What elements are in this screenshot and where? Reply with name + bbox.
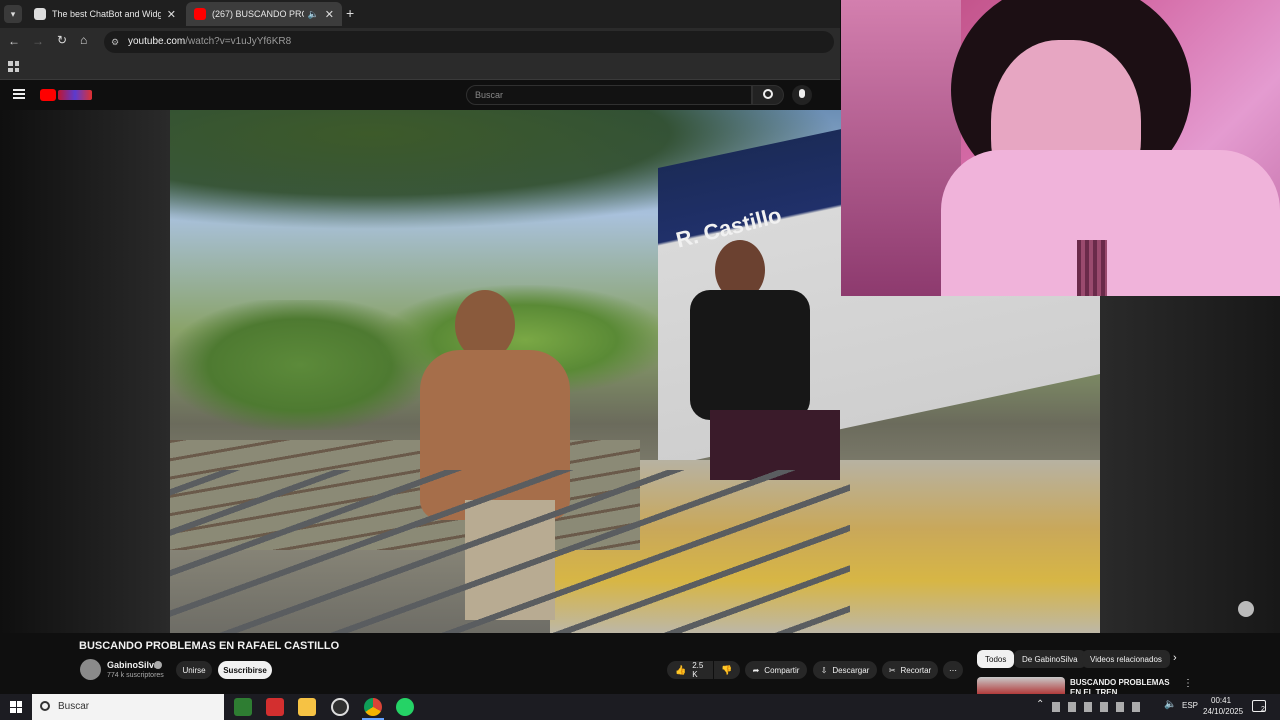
chevron-right-icon[interactable]: ›: [1173, 652, 1177, 664]
obs-icon[interactable]: [331, 698, 349, 716]
windows-start-icon[interactable]: [10, 701, 22, 713]
menu-icon[interactable]: [13, 89, 25, 99]
search-icon: [40, 701, 50, 711]
share-button[interactable]: ➦ Compartir: [745, 661, 807, 679]
like-button[interactable]: 👍 2.5 K: [667, 661, 713, 679]
language-indicator[interactable]: ESP: [1182, 701, 1198, 710]
apps-grid-icon[interactable]: [8, 61, 19, 72]
related-video-title[interactable]: BUSCANDO PROBLEMAS EN EL TREN: [1070, 678, 1178, 694]
thumbs-up-icon: 👍: [675, 664, 687, 675]
url-host: youtube.com: [128, 36, 186, 47]
more-icon: ⋯: [949, 665, 957, 675]
webcam-person-shirt: [941, 150, 1280, 296]
search-button[interactable]: [752, 85, 784, 105]
scissors-icon: ✂: [888, 665, 896, 675]
video-railing: [170, 470, 850, 633]
microphone-icon[interactable]: [792, 85, 812, 105]
clock-time[interactable]: 00:41: [1211, 696, 1231, 705]
address-bar[interactable]: ⚙ youtube.com/watch?v=v1uJyYf6KR8: [104, 31, 834, 53]
windows-taskbar: Buscar ⌃ 🔈 ESP 00:41 24/10/2025 2: [0, 694, 1280, 720]
clip-label: Recortar: [900, 665, 932, 675]
navigation-bar: ← → ↻ ⌂ ⚙ youtube.com/watch?v=v1uJyYf6KR…: [0, 28, 840, 56]
clip-button[interactable]: ✂ Recortar: [882, 661, 938, 679]
youtube-play-icon: [40, 89, 56, 101]
dislike-button[interactable]: 👎: [714, 661, 740, 679]
channel-avatar[interactable]: [80, 659, 101, 680]
tab-title: The best ChatBot and Widgets: [52, 9, 161, 19]
forward-arrow-icon[interactable]: →: [32, 34, 44, 48]
taskbar-search-input[interactable]: Buscar: [32, 694, 224, 720]
tab-chatbot[interactable]: The best ChatBot and Widgets ✕: [26, 2, 184, 26]
notification-count: 2: [1261, 706, 1265, 713]
file-explorer-icon[interactable]: [298, 698, 316, 716]
download-icon: ⇩: [820, 665, 828, 675]
share-label: Compartir: [764, 665, 800, 675]
clock-date[interactable]: 24/10/2025: [1203, 707, 1243, 716]
close-icon[interactable]: ✕: [325, 8, 334, 21]
more-actions-button[interactable]: ⋯: [943, 661, 963, 679]
youtube-header: Buscar: [0, 80, 840, 110]
search-icon: [763, 89, 773, 99]
youtube-favicon-icon: [194, 8, 206, 20]
channel-name[interactable]: GabinoSilva: [107, 660, 159, 670]
tab-strip: ▾ The best ChatBot and Widgets ✕ (267) B…: [0, 0, 840, 28]
tab-youtube[interactable]: (267) BUSCANDO PROBLEMAS EN RAFAEL CASTI…: [186, 2, 342, 26]
player-left-shadow: [0, 110, 170, 633]
webcam-tie: [1077, 240, 1107, 296]
chip-de-gabinosilva[interactable]: De GabinoSilva: [1014, 650, 1086, 668]
video-title: BUSCANDO PROBLEMAS EN RAFAEL CASTILLO: [79, 640, 340, 652]
url-path: /watch?v=v1uJyYf6KR8: [185, 36, 292, 47]
new-tab-button[interactable]: +: [346, 5, 354, 21]
bookmarks-bar: [0, 56, 840, 80]
subscriber-count: 774 k suscriptores: [107, 672, 164, 679]
streamer-avatar-icon[interactable]: [1238, 601, 1254, 617]
like-count: 2.5 K: [692, 661, 704, 679]
chip-todos[interactable]: Todos: [977, 650, 1015, 668]
volume-icon[interactable]: 🔈: [1164, 699, 1176, 710]
back-arrow-icon[interactable]: ←: [8, 34, 20, 48]
home-icon[interactable]: ⌂: [80, 33, 87, 47]
close-icon[interactable]: ✕: [167, 8, 176, 21]
related-more-icon[interactable]: ⋮: [1183, 678, 1193, 689]
speaker-icon[interactable]: 🔈: [308, 9, 319, 20]
thumbs-down-icon: 👎: [721, 664, 733, 675]
subscribe-button[interactable]: Suscribirse: [218, 661, 272, 679]
phone-app-icon[interactable]: [234, 698, 252, 716]
reload-icon[interactable]: ↻: [57, 33, 67, 47]
youtube-logo[interactable]: [40, 89, 94, 101]
whatsapp-icon[interactable]: [396, 698, 414, 716]
download-button[interactable]: ⇩ Descargar: [813, 661, 877, 679]
tab-title: (267) BUSCANDO PROBLEMAS EN RAFAEL CASTI…: [212, 9, 304, 19]
search-input[interactable]: Buscar: [466, 85, 752, 105]
chip-videos-relacionados[interactable]: Videos relacionados: [1082, 650, 1170, 668]
chatbot-favicon-icon: [34, 8, 46, 20]
chrome-icon[interactable]: [364, 698, 382, 716]
download-label: Descargar: [832, 665, 870, 675]
tab-search-button[interactable]: ▾: [4, 5, 22, 23]
taskbar-search-placeholder: Buscar: [58, 701, 90, 712]
share-icon: ➦: [752, 665, 760, 675]
join-button[interactable]: Unirse: [176, 661, 212, 679]
webcam-overlay: [841, 0, 1280, 296]
related-video-thumbnail[interactable]: [977, 677, 1065, 694]
tray-icons[interactable]: [1052, 702, 1148, 712]
wps-office-icon[interactable]: [266, 698, 284, 716]
site-info-icon[interactable]: ⚙: [111, 31, 119, 53]
player-right-shadow: [1100, 296, 1280, 633]
verified-icon: [154, 661, 162, 669]
tray-chevron-up-icon[interactable]: ⌃: [1036, 699, 1044, 710]
